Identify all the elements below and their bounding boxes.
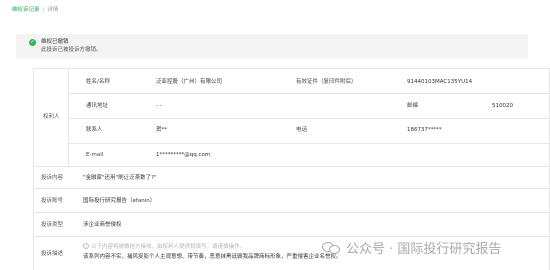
email-label: E-mail (86, 152, 104, 158)
email-value: 1*********@qq.com (156, 152, 211, 158)
info-icon: i (83, 243, 89, 249)
postcode-label: 邮编 (407, 103, 419, 109)
row-divider (33, 68, 550, 69)
breadcrumb-separator: / (42, 7, 45, 13)
breadcrumb-link-records[interactable]: 维权诉记录 (12, 7, 40, 13)
rights-holder-label: 权利人 (43, 114, 60, 120)
type-value: 涉企业商誉侵权 (83, 222, 122, 228)
row-divider (33, 166, 550, 167)
description-value: 该系列内容不实，捕风捉影个人主观意想、带节奏，恶意抹黑诋毁我品牌商标形象，严重侵… (83, 254, 342, 260)
row-divider (33, 188, 550, 189)
id-doc-label: 有效证件（复印件附后） (296, 79, 357, 85)
alert-description: 此投诉已被投诉方撤销。 (41, 47, 102, 53)
id-doc-value: 91440103MAC135YU14 (407, 79, 473, 85)
row-divider (68, 93, 550, 94)
column-divider (68, 68, 69, 166)
check-circle-icon: ✓ (29, 39, 36, 46)
watermark: 公众号 · 国际投行研究报告 (322, 237, 501, 257)
address-label: 通讯地址 (86, 103, 109, 109)
alert-title: 维权已撤销 (41, 39, 69, 45)
contact-value: 贺** (156, 127, 168, 133)
watermark-text: 公众号 · 国际投行研究报告 (346, 241, 502, 257)
address-value: - - (156, 103, 162, 109)
postcode-value: 510020 (492, 103, 513, 109)
complaint-detail-page: 维权诉记录 / 详情 ✓ 维权已撤销 此投诉已被投诉方撤销。 权利人 姓名/名称 泛… (0, 0, 550, 270)
account-label: 投诉账号 (41, 198, 64, 204)
breadcrumb: 维权诉记录 / 详情 (12, 6, 58, 14)
content-label: 投诉内容 (41, 175, 64, 181)
name-label: 姓名/名称 (86, 79, 110, 85)
account-value: 国际投行研究报告（efanin） (83, 198, 156, 204)
row-divider (68, 143, 550, 144)
content-value: "金融家"还用"刷让泛茶数了?" (83, 175, 157, 181)
name-value: 泛亚控股（广州）有限公司 (156, 79, 223, 85)
description-hint: i 以下内容将被微信方接收，由权利人提供和填写，请谨慎操作。 (83, 243, 245, 251)
row-divider (33, 212, 550, 213)
phone-label: 电话 (296, 127, 308, 133)
status-alert: ✓ 维权已撤销 此投诉已被投诉方撤销。 (16, 34, 528, 58)
description-label: 投诉描述 (41, 251, 64, 257)
row-divider (68, 118, 550, 119)
type-label: 投诉类型 (41, 222, 64, 228)
phone-value: 186737***** (407, 127, 442, 133)
wechat-icon (322, 240, 340, 255)
description-hint-text: 以下内容将被微信方接收，由权利人提供和填写，请谨慎操作。 (91, 244, 246, 250)
breadcrumb-current: 详情 (47, 7, 59, 13)
contact-label: 联系人 (86, 127, 103, 133)
column-divider (33, 68, 34, 270)
